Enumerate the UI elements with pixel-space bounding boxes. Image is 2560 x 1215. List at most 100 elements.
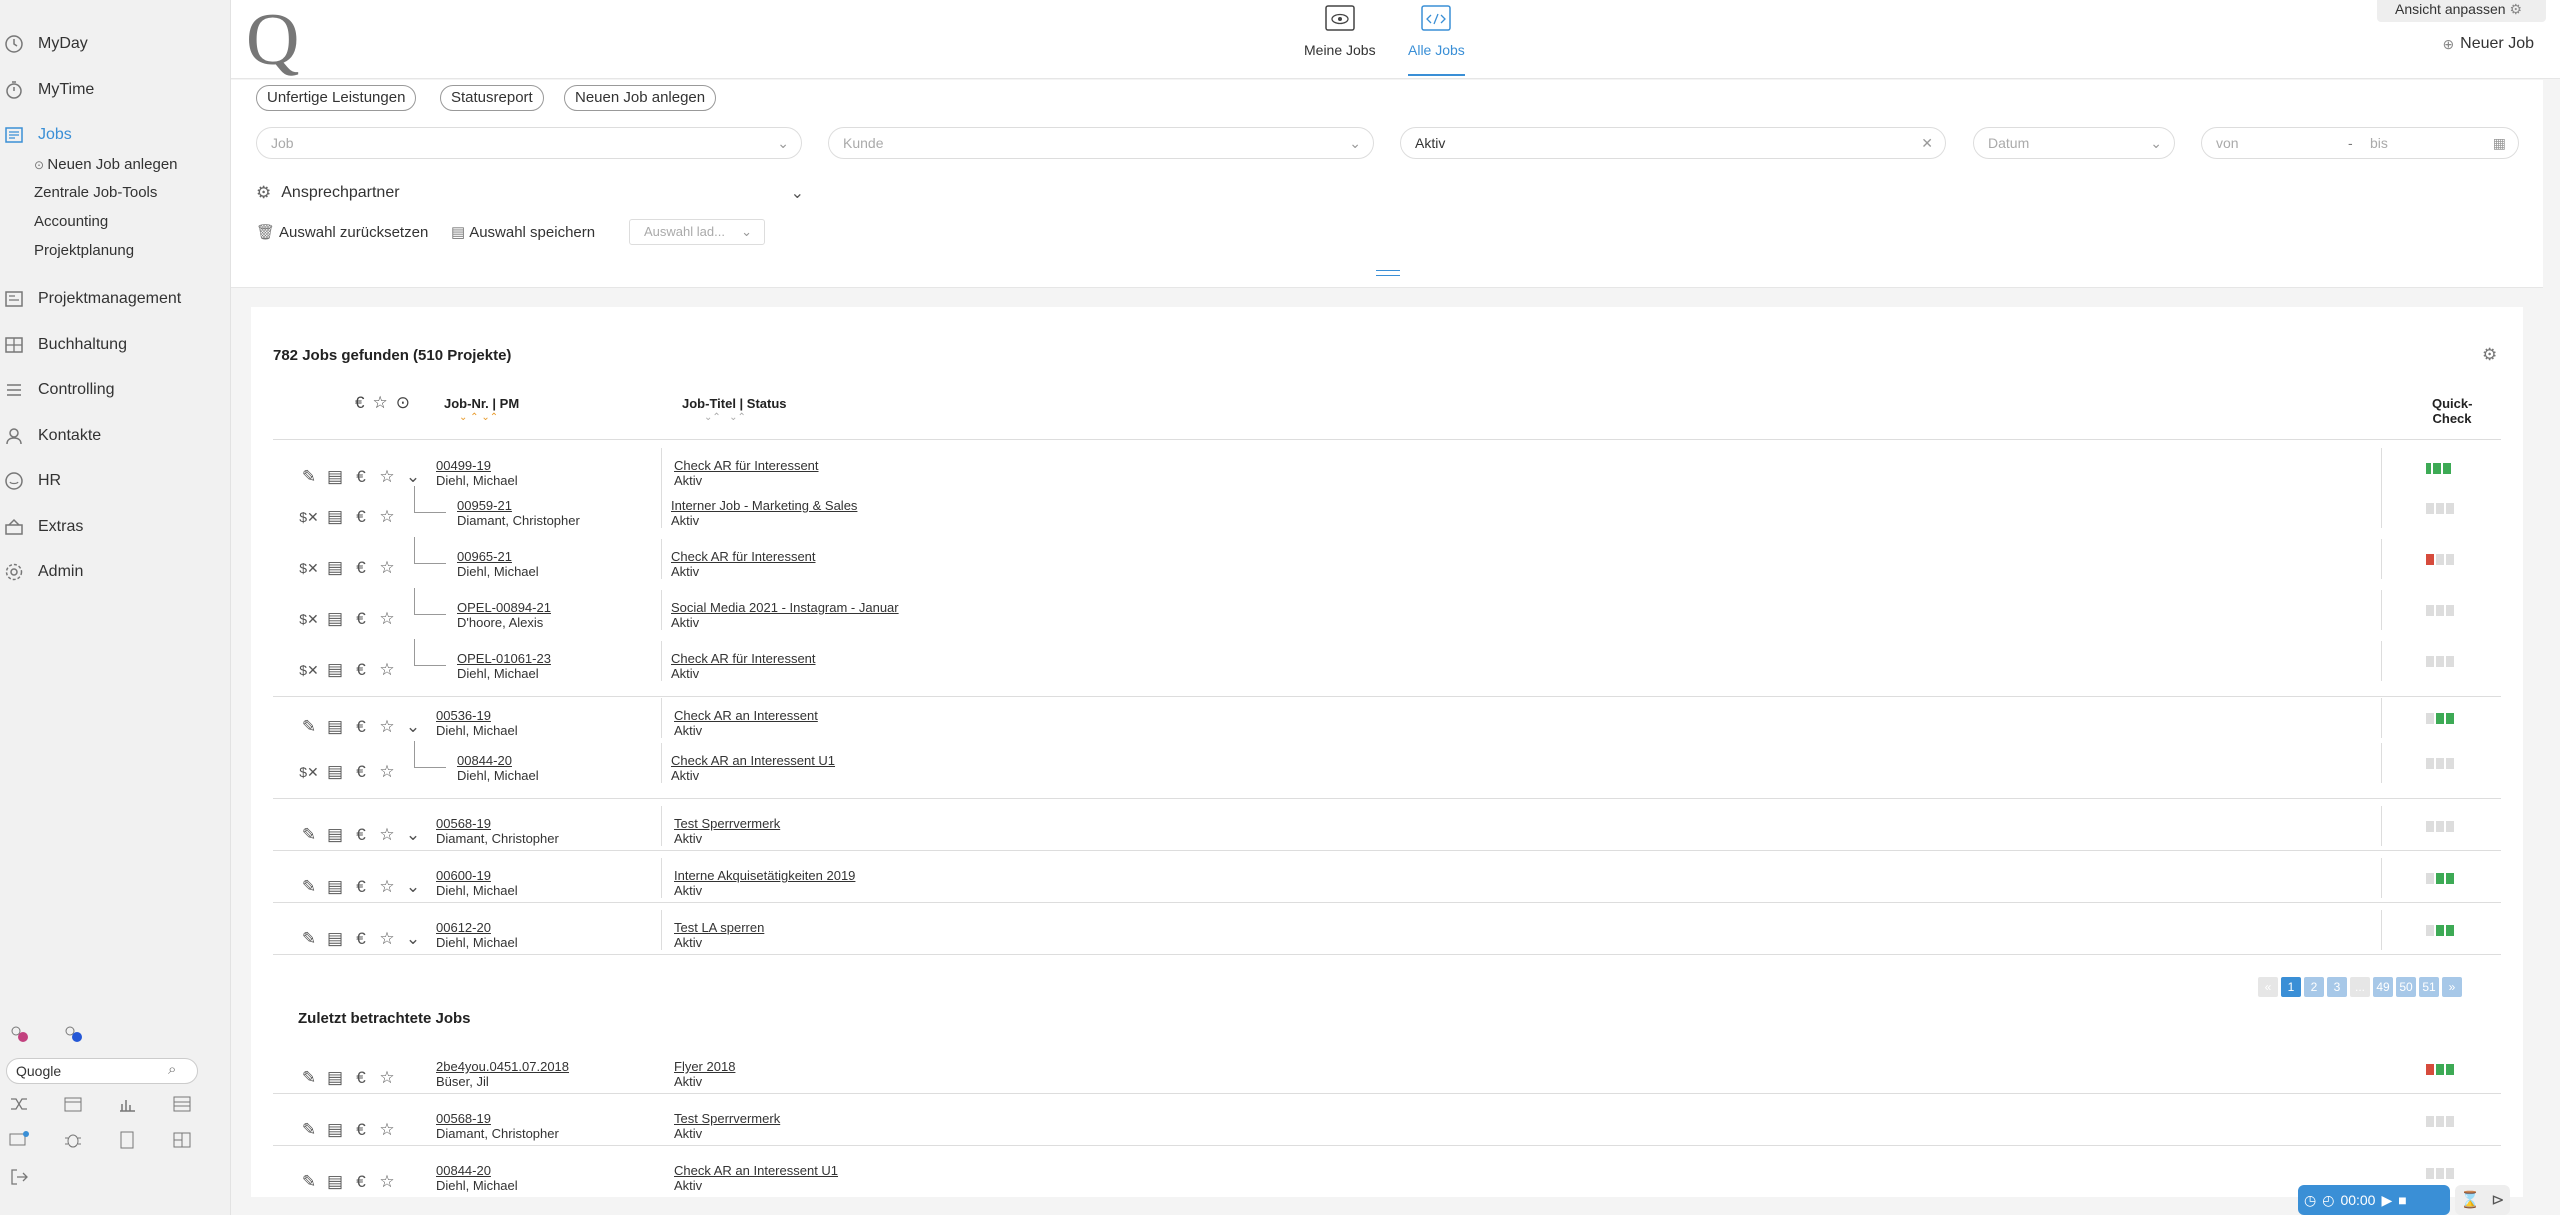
no-billing-icon[interactable]: $✕	[299, 762, 319, 782]
sidebar-item-admin[interactable]: Admin	[0, 552, 83, 592]
bar-chart-icon[interactable]	[116, 1093, 138, 1115]
load-selection-select[interactable]: Auswahl lad... ⌄	[629, 219, 765, 245]
edit-icon[interactable]: ✎	[299, 929, 319, 949]
calendar-icon[interactable]: ▦	[2493, 128, 2506, 158]
euro-icon[interactable]: €	[351, 507, 371, 527]
sidebar-item-myday[interactable]: MyDay	[0, 24, 88, 64]
page-button[interactable]: 2	[2304, 977, 2324, 997]
no-billing-icon[interactable]: $✕	[299, 558, 319, 578]
no-billing-icon[interactable]: $✕	[299, 507, 319, 527]
page-button[interactable]: 49	[2373, 977, 2393, 997]
star-icon[interactable]: ☆	[377, 1068, 397, 1088]
dashboard-icon[interactable]	[171, 1129, 193, 1151]
job-title-link[interactable]: Interne Akquisetätigkeiten 2019	[674, 868, 855, 883]
ansprechpartner-dropdown[interactable]: ⚙ Ansprechpartner ⌄	[256, 183, 804, 203]
bug-icon[interactable]	[62, 1129, 84, 1151]
job-title-link[interactable]: Check AR an Interessent U1	[671, 753, 835, 768]
datum-filter-select[interactable]: Datum ⌄	[1973, 127, 2175, 159]
hourglass-icon[interactable]: ⌛	[2460, 1190, 2480, 1210]
edit-icon[interactable]: ✎	[299, 1172, 319, 1192]
star-icon[interactable]: ☆	[377, 467, 397, 487]
column-jobnr-header[interactable]: Job-Nr. | PM	[444, 396, 519, 411]
edit-icon[interactable]: ✎	[299, 825, 319, 845]
logout-icon[interactable]	[8, 1166, 30, 1188]
star-icon[interactable]: ☆	[377, 609, 397, 629]
star-icon[interactable]: ☆	[377, 1120, 397, 1140]
sidebar-item-projektmanagement[interactable]: Projektmanagement	[0, 279, 181, 319]
document-icon[interactable]: ▤	[325, 558, 345, 578]
kunde-filter-select[interactable]: Kunde ⌄	[828, 127, 1374, 159]
euro-icon[interactable]: €	[351, 467, 371, 487]
star-icon[interactable]: ☆	[377, 1172, 397, 1192]
column-title-header[interactable]: Job-Titel | Status	[682, 396, 787, 411]
team-online-icon[interactable]	[62, 1023, 84, 1045]
job-title-link[interactable]: Check AR an Interessent	[674, 708, 818, 723]
calendar-icon[interactable]	[62, 1093, 84, 1115]
sidebar-subitem-zentrale[interactable]: Zentrale Job-Tools	[34, 181, 157, 205]
status-filter-select[interactable]: Aktiv ✕	[1400, 127, 1946, 159]
reset-selection-button[interactable]: 🗑 Auswahl zurücksetzen	[256, 223, 428, 242]
sidebar-subitem-projektplanung[interactable]: Projektplanung	[34, 239, 134, 263]
euro-icon[interactable]: €	[351, 762, 371, 782]
collapse-handle[interactable]	[1376, 270, 1400, 276]
star-icon[interactable]: ☆	[377, 558, 397, 578]
sidebar-subitem-accounting[interactable]: Accounting	[34, 210, 108, 234]
statusreport-button[interactable]: Statusreport	[440, 85, 544, 111]
euro-icon[interactable]: €	[351, 1068, 371, 1088]
sidebar-item-hr[interactable]: HR	[0, 461, 61, 501]
job-title-link[interactable]: Check AR für Interessent	[671, 651, 816, 666]
document-icon[interactable]: ▤	[325, 1120, 345, 1140]
job-number-link[interactable]: 00536-19	[436, 708, 491, 723]
euro-icon[interactable]: €	[351, 609, 371, 629]
document-icon[interactable]: ▤	[325, 762, 345, 782]
new-job-button[interactable]: ⊕ Neuer Job	[2442, 35, 2534, 53]
job-title-link[interactable]: Test LA sperren	[674, 920, 764, 935]
play-circle-icon[interactable]: ⊳	[2491, 1190, 2504, 1210]
clear-icon[interactable]: ✕	[1921, 128, 1933, 158]
sidebar-item-buchhaltung[interactable]: Buchhaltung	[0, 325, 127, 365]
document-icon[interactable]: ▤	[325, 1068, 345, 1088]
job-number-link[interactable]: OPEL-01061-23	[457, 651, 551, 666]
page-button[interactable]: «	[2258, 977, 2278, 997]
euro-icon[interactable]: €	[351, 717, 371, 737]
job-title-link[interactable]: Test Sperrvermerk	[674, 1111, 780, 1126]
star-icon[interactable]: ☆	[377, 660, 397, 680]
job-number-link[interactable]: 00612-20	[436, 920, 491, 935]
edit-icon[interactable]: ✎	[299, 877, 319, 897]
chat-icon[interactable]	[8, 1129, 30, 1151]
play-icon[interactable]: ▶	[2381, 1192, 2392, 1209]
shuffle-icon[interactable]	[8, 1093, 30, 1115]
job-number-link[interactable]: 00568-19	[436, 816, 491, 831]
page-button[interactable]: 50	[2396, 977, 2416, 997]
document-icon[interactable]: ▤	[325, 467, 345, 487]
document-icon[interactable]: ▤	[325, 825, 345, 845]
team-icon[interactable]	[8, 1023, 30, 1045]
page-button[interactable]: 3	[2327, 977, 2347, 997]
save-selection-button[interactable]: ▤ Auswahl speichern	[451, 223, 595, 242]
expand-icon[interactable]: ⌄	[403, 825, 423, 845]
job-title-link[interactable]: Check AR an Interessent U1	[674, 1163, 838, 1178]
expand-icon[interactable]: ⌄	[403, 467, 423, 487]
timer-widget[interactable]: ◷ ◴ 00:00 ▶ ■	[2298, 1185, 2450, 1215]
page-button[interactable]: »	[2442, 977, 2462, 997]
document-icon[interactable]	[116, 1129, 138, 1151]
job-title-link[interactable]: Social Media 2021 - Instagram - Januar	[671, 600, 899, 615]
star-icon[interactable]: ☆	[377, 717, 397, 737]
euro-icon[interactable]: €	[355, 393, 364, 413]
document-icon[interactable]: ▤	[325, 1172, 345, 1192]
job-title-link[interactable]: Check AR für Interessent	[674, 458, 819, 473]
sidebar-item-kontakte[interactable]: Kontakte	[0, 416, 101, 456]
date-range-input[interactable]: von - bis ▦	[2201, 127, 2519, 159]
document-icon[interactable]: ▤	[325, 877, 345, 897]
document-icon[interactable]: ▤	[325, 660, 345, 680]
sidebar-item-jobs[interactable]: Jobs	[0, 115, 72, 155]
no-billing-icon[interactable]: $✕	[299, 660, 319, 680]
star-icon[interactable]: ☆	[377, 507, 397, 527]
sort-icon[interactable]: ⌄⌃ ⌄⌃	[704, 412, 746, 423]
edit-icon[interactable]: ✎	[299, 1120, 319, 1140]
edit-icon[interactable]: ✎	[299, 1068, 319, 1088]
sidebar-item-mytime[interactable]: MyTime	[0, 70, 94, 110]
sidebar-subitem-neuen-job[interactable]: ⊙ Neuen Job anlegen	[34, 153, 178, 177]
tab-meine-jobs[interactable]: Meine Jobs	[1304, 0, 1376, 76]
unfertige-leistungen-button[interactable]: Unfertige Leistungen	[256, 85, 417, 111]
